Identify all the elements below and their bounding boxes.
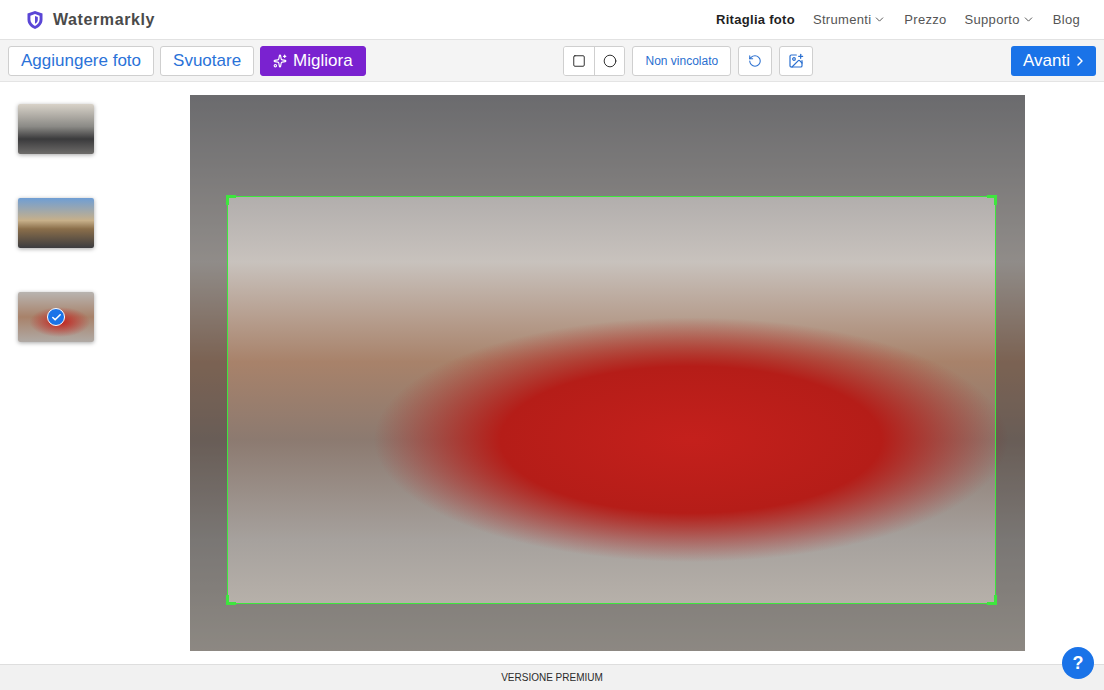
add-image-button[interactable] [779, 46, 813, 76]
help-button[interactable]: ? [1062, 647, 1094, 679]
logo[interactable]: Watermarkly [26, 10, 155, 30]
thumbnail[interactable] [18, 292, 94, 342]
main-nav: Ritaglia foto Strumenti Prezzo Supporto Blog [716, 12, 1080, 27]
next-button[interactable]: Avanti [1011, 46, 1096, 76]
crop-canvas [110, 82, 1104, 664]
crop-handle[interactable] [987, 595, 997, 605]
chevron-down-icon [873, 13, 886, 26]
nav-item[interactable]: Supporto [965, 12, 1035, 27]
shape-toggle [563, 46, 625, 76]
rotate-icon [748, 54, 762, 68]
aspect-ratio-button[interactable]: Non vincolato [632, 46, 731, 76]
crop-handle[interactable] [226, 195, 236, 205]
square-icon [572, 54, 586, 68]
nav-item[interactable]: Strumenti [813, 12, 886, 27]
crop-handle[interactable] [226, 595, 236, 605]
toolbar-button[interactable]: Migliora [260, 46, 366, 76]
chevron-down-icon [1022, 13, 1035, 26]
circle-shape-button[interactable] [594, 47, 624, 75]
thumbnail[interactable] [18, 104, 94, 154]
editor [0, 82, 1104, 664]
check-icon [51, 312, 62, 323]
nav-item[interactable]: Ritaglia foto [716, 12, 795, 27]
crop-tools: Non vincolato [563, 46, 813, 76]
thumbnail-list [0, 82, 110, 664]
file-actions: Aggiungere fotoSvuotareMigliora [8, 46, 366, 76]
logo-text[interactable]: Watermarkly [53, 11, 155, 29]
photo [190, 95, 1025, 651]
nav-item[interactable]: Blog [1053, 12, 1080, 27]
crop-box[interactable] [227, 196, 996, 604]
image-plus-icon [788, 53, 804, 69]
logo-icon [26, 10, 44, 30]
top-header: Watermarkly Ritaglia foto Strumenti Prezzo S… [0, 0, 1104, 40]
selected-badge [47, 308, 65, 326]
rectangle-shape-button[interactable] [564, 47, 594, 75]
thumbnail[interactable] [18, 198, 94, 248]
rotate-button[interactable] [738, 46, 772, 76]
sparkle-icon [273, 54, 287, 68]
toolbar: Aggiungere fotoSvuotareMigliora Non vinco… [0, 40, 1104, 82]
footer: VERSIONE PREMIUM [0, 664, 1104, 690]
chevron-right-icon [1072, 53, 1088, 69]
nav-item[interactable]: Prezzo [904, 12, 946, 27]
toolbar-button[interactable]: Aggiungere foto [8, 46, 154, 76]
app-window: Watermarkly Ritaglia foto Strumenti Prezzo S… [0, 0, 1104, 690]
crop-handle[interactable] [987, 195, 997, 205]
toolbar-button[interactable]: Svuotare [160, 46, 254, 76]
circle-icon [603, 54, 617, 68]
